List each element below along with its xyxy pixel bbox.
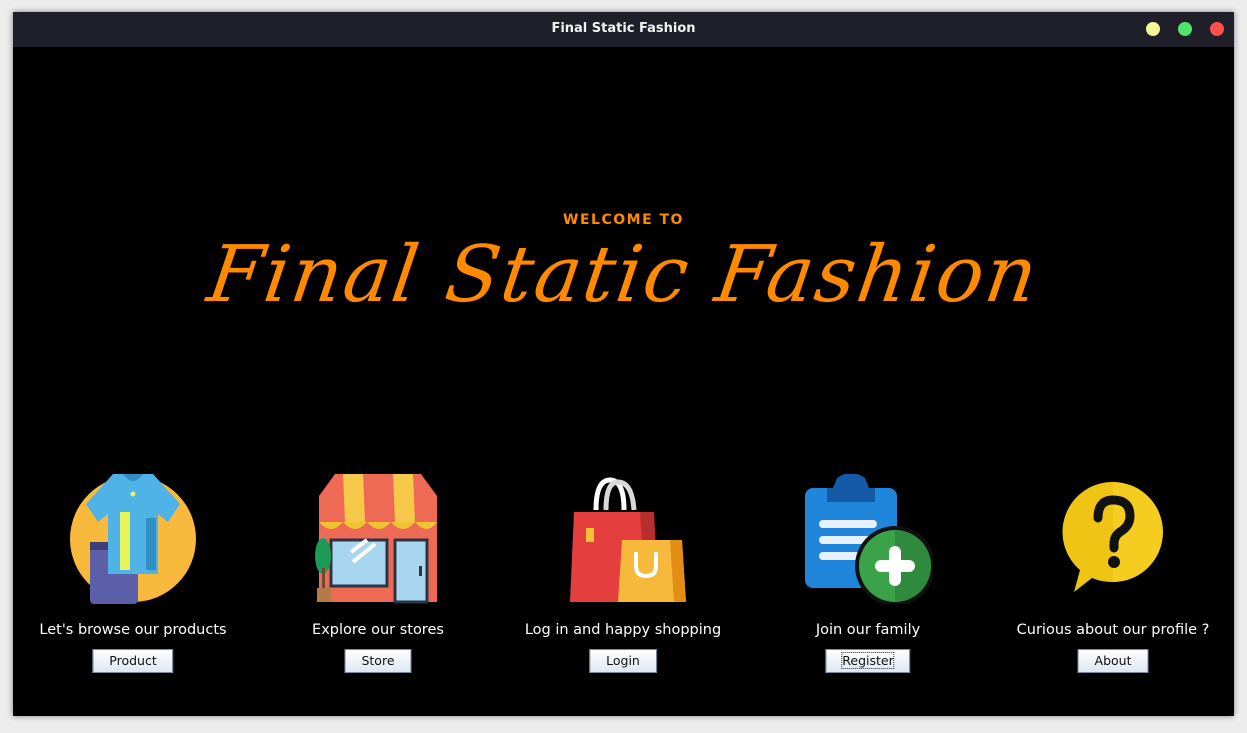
card-caption: Join our family xyxy=(815,622,921,638)
shopping-bags-icon xyxy=(558,474,688,604)
card-about: Curious about our profile ? About xyxy=(993,474,1233,679)
close-button[interactable] xyxy=(1210,22,1224,36)
brand-title: Final Static Fashion xyxy=(202,230,1045,320)
about-button[interactable]: About xyxy=(1077,649,1149,673)
card-product: Let's browse our products Product xyxy=(13,474,253,679)
welcome-heading: WELCOME TO xyxy=(563,212,684,228)
storefront-icon xyxy=(313,474,443,604)
window-title: Final Static Fashion xyxy=(551,21,696,36)
minimize-button[interactable] xyxy=(1146,22,1160,36)
card-caption: Log in and happy shopping xyxy=(524,622,722,638)
question-bubble-icon xyxy=(1048,474,1178,604)
clothing-icon xyxy=(68,474,198,604)
card-register: Join our family Register xyxy=(748,474,988,679)
card-login: Log in and happy shopping Login xyxy=(503,474,743,679)
app-window: Final Static Fashion WELCOME TO Final St… xyxy=(13,12,1234,716)
maximize-button[interactable] xyxy=(1178,22,1192,36)
title-bar[interactable]: Final Static Fashion xyxy=(13,12,1234,47)
product-button[interactable]: Product xyxy=(92,649,174,673)
card-caption: Let's browse our products xyxy=(39,622,227,638)
login-button[interactable]: Login xyxy=(589,649,657,673)
clipboard-add-icon xyxy=(803,474,933,604)
card-caption: Explore our stores xyxy=(312,622,444,638)
card-store: Explore our stores Store xyxy=(258,474,498,679)
card-caption: Curious about our profile ? xyxy=(1016,622,1210,638)
store-button[interactable]: Store xyxy=(344,649,412,673)
register-button[interactable]: Register xyxy=(825,649,911,673)
